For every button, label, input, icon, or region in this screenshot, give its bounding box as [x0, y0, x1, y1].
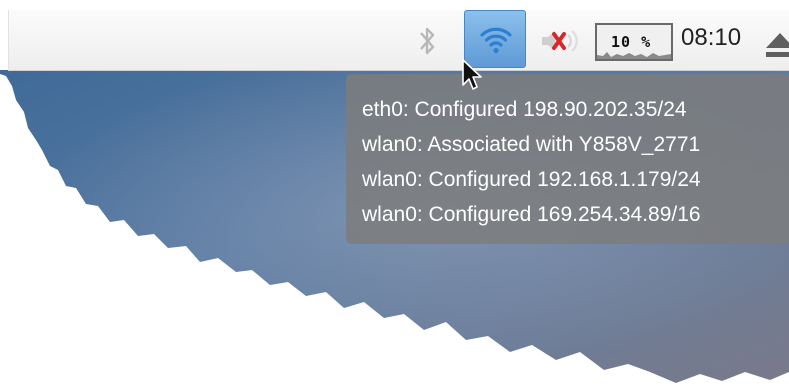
taskbar: 10 % 08:10	[8, 10, 789, 71]
network-status-tooltip: eth0: Configured 198.90.202.35/24 wlan0:…	[346, 74, 789, 244]
tooltip-line-wlan0-ipv4: wlan0: Configured 192.168.1.179/24	[362, 168, 701, 191]
wifi-icon	[480, 27, 512, 54]
mouse-cursor-icon	[462, 59, 482, 90]
volume-muted-icon[interactable]	[540, 26, 584, 56]
tooltip-line-wlan0-association: wlan0: Associated with Y858V_2771	[362, 133, 701, 156]
clock[interactable]: 08:10	[681, 24, 741, 52]
tooltip-line-wlan0-linklocal: wlan0: Configured 169.254.34.89/16	[362, 203, 701, 226]
tooltip-line-eth0: eth0: Configured 198.90.202.35/24	[362, 98, 687, 121]
cpu-usage-label: 10 %	[611, 33, 652, 51]
bluetooth-icon[interactable]	[414, 24, 440, 58]
eject-icon[interactable]	[764, 30, 789, 60]
cpu-usage-monitor[interactable]: 10 %	[595, 23, 673, 61]
